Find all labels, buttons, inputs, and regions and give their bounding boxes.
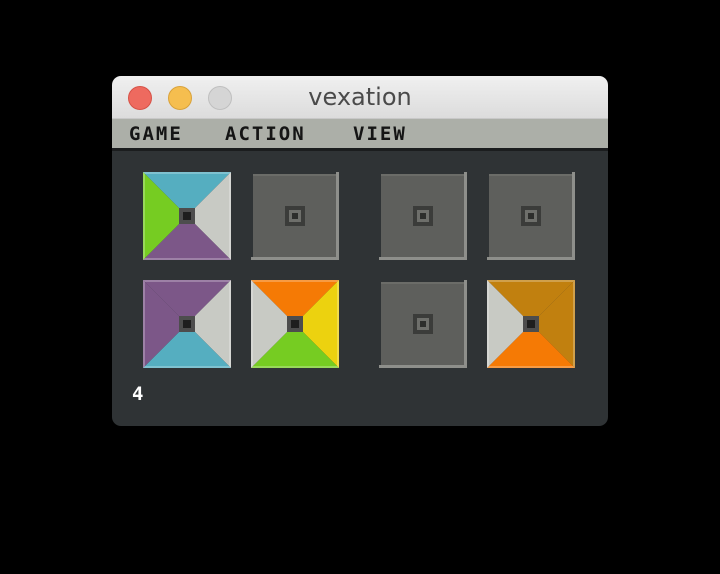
- tile: [487, 280, 575, 368]
- slot-right-edge: [464, 280, 467, 368]
- menu-action[interactable]: ACTION: [225, 123, 306, 145]
- menu-game[interactable]: GAME: [129, 123, 183, 145]
- slot-highlight: [253, 174, 337, 176]
- slot-right-edge: [572, 172, 575, 260]
- tile-center-hole: [527, 320, 535, 328]
- slot-bottom-edge: [251, 257, 339, 260]
- tile-center-hole: [291, 320, 299, 328]
- window-title: vexation: [308, 83, 412, 111]
- title-bar[interactable]: vexation: [112, 76, 608, 119]
- menu-view[interactable]: VIEW: [353, 123, 407, 145]
- move-counter: 4: [132, 383, 144, 405]
- empty-cell: [379, 280, 467, 368]
- slot-highlight: [489, 174, 573, 176]
- board-cell[interactable]: [379, 280, 467, 368]
- empty-cell: [251, 172, 339, 260]
- board-cell[interactable]: [487, 172, 575, 260]
- slot-highlight: [381, 282, 465, 284]
- tile: [143, 172, 231, 260]
- slot-socket-hole: [420, 321, 426, 327]
- slot-socket-hole: [528, 213, 534, 219]
- slot-socket-hole: [420, 213, 426, 219]
- slot-highlight: [381, 174, 465, 176]
- board: 4: [112, 151, 608, 426]
- slot-bottom-edge: [487, 257, 575, 260]
- slot-right-edge: [464, 172, 467, 260]
- tile: [143, 280, 231, 368]
- empty-cell: [379, 172, 467, 260]
- board-cell[interactable]: [143, 280, 231, 368]
- board-cell[interactable]: [251, 280, 339, 368]
- board-cell[interactable]: [251, 172, 339, 260]
- menu-bar: GAME ACTION VIEW: [112, 119, 608, 151]
- slot-right-edge: [336, 172, 339, 260]
- tile: [251, 280, 339, 368]
- empty-cell: [487, 172, 575, 260]
- tile-center-hole: [183, 320, 191, 328]
- board-cell[interactable]: [487, 280, 575, 368]
- board-cell[interactable]: [143, 172, 231, 260]
- slot-bottom-edge: [379, 365, 467, 368]
- game-window: vexation GAME ACTION VIEW 4: [112, 76, 608, 426]
- tile-center-hole: [183, 212, 191, 220]
- board-cell[interactable]: [379, 172, 467, 260]
- slot-bottom-edge: [379, 257, 467, 260]
- slot-socket-hole: [292, 213, 298, 219]
